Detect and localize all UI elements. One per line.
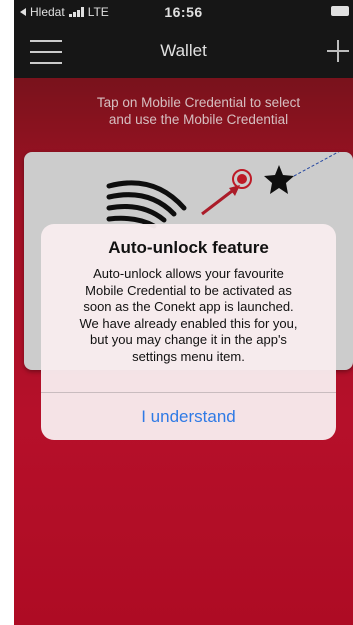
alert-message-line: but you may change it in the app's (90, 332, 287, 347)
alert-message-line: Mobile Credential to be activated as (85, 282, 292, 298)
alert-message: Auto-unlock allows your favourite Mobile… (53, 266, 324, 365)
alert-title: Auto-unlock feature (108, 238, 269, 257)
phone-screen: Hledat LTE 16:56 Wallet Tap on Mobile Cr… (14, 0, 353, 625)
alert-message-line: Auto-unlock allows your favourite (93, 266, 284, 281)
auto-unlock-alert: Auto-unlock feature Auto-unlock allows y… (41, 224, 336, 440)
alert-message-line: We have already enabled this for you, (79, 315, 298, 331)
alert-message-line: settings menu item. (132, 348, 245, 364)
i-understand-button[interactable]: I understand (41, 393, 336, 440)
alert-message-line: soon as the Conekt app is launched. (83, 299, 294, 314)
